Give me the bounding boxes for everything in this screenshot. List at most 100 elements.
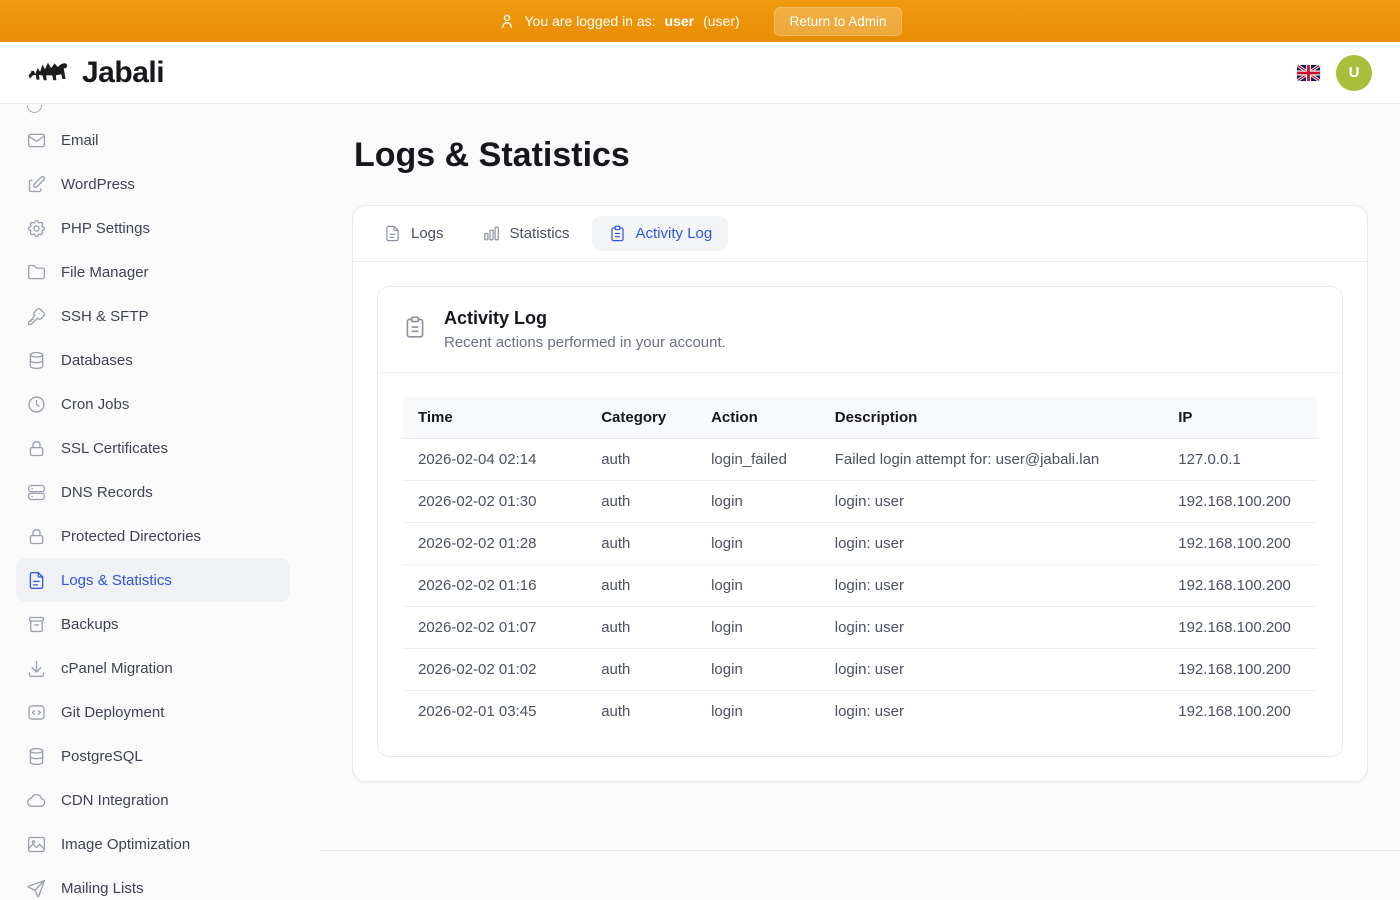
table-cell: 192.168.100.200 bbox=[1162, 565, 1318, 607]
archive-icon bbox=[26, 614, 47, 635]
user-avatar[interactable]: U bbox=[1336, 55, 1372, 91]
photo-icon bbox=[26, 834, 47, 855]
table-cell: login bbox=[695, 649, 819, 691]
gear-icon bbox=[26, 218, 47, 239]
table-cell: login bbox=[695, 565, 819, 607]
sidebar-item-databases[interactable]: Databases bbox=[16, 338, 290, 382]
sidebar-nav: Email WordPress PHP Settings File Manager SS… bbox=[0, 104, 320, 900]
file-text-icon bbox=[383, 224, 402, 243]
table-cell: login bbox=[695, 481, 819, 523]
sidebar-item-label: PHP Settings bbox=[61, 220, 150, 237]
tab-activity-log[interactable]: Activity Log bbox=[592, 216, 729, 251]
sidebar-item-image-optimization[interactable]: Image Optimization bbox=[16, 822, 290, 866]
server-icon bbox=[26, 482, 47, 503]
tab-label: Logs bbox=[411, 225, 444, 242]
mail-icon bbox=[26, 130, 47, 151]
table-cell: login: user bbox=[819, 523, 1163, 565]
admin-impersonation-bar: You are logged in as: user (user) Return… bbox=[0, 0, 1400, 42]
table-cell: auth bbox=[585, 607, 695, 649]
table-cell: auth bbox=[585, 691, 695, 733]
sidebar-item-wordpress[interactable]: WordPress bbox=[16, 162, 290, 206]
logged-in-role: (user) bbox=[703, 13, 740, 29]
table-cell: 192.168.100.200 bbox=[1162, 691, 1318, 733]
sidebar-item-ssh-sftp[interactable]: SSH & SFTP bbox=[16, 294, 290, 338]
sidebar-item-dns-records[interactable]: DNS Records bbox=[16, 470, 290, 514]
brand-logo[interactable]: Jabali bbox=[28, 56, 164, 90]
table-cell: 192.168.100.200 bbox=[1162, 481, 1318, 523]
sidebar-item-label: Logs & Statistics bbox=[61, 572, 172, 589]
panel-title: Activity Log bbox=[444, 308, 726, 329]
sidebar-item-ssl-certificates[interactable]: SSL Certificates bbox=[16, 426, 290, 470]
sidebar-item-logs-statistics[interactable]: Logs & Statistics bbox=[16, 558, 290, 602]
language-flag-uk-icon[interactable] bbox=[1297, 65, 1320, 81]
clipped-sidebar-icon bbox=[27, 105, 42, 113]
cloud-icon bbox=[26, 790, 47, 811]
table-cell: auth bbox=[585, 649, 695, 691]
chart-bars-icon bbox=[482, 224, 501, 243]
column-header-time: Time bbox=[402, 397, 585, 439]
column-header-category: Category bbox=[585, 397, 695, 439]
column-header-action: Action bbox=[695, 397, 819, 439]
sidebar-item-label: WordPress bbox=[61, 176, 135, 193]
table-cell: login bbox=[695, 523, 819, 565]
page-title: Logs & Statistics bbox=[354, 136, 1368, 175]
table-cell: 2026-02-02 01:16 bbox=[402, 565, 585, 607]
footer-divider bbox=[320, 850, 1400, 864]
sidebar-item-label: File Manager bbox=[61, 264, 149, 281]
sidebar-item-email[interactable]: Email bbox=[16, 118, 290, 162]
return-to-admin-button[interactable]: Return to Admin bbox=[774, 7, 903, 36]
sidebar-item-postgresql[interactable]: PostgreSQL bbox=[16, 734, 290, 778]
tab-label: Statistics bbox=[510, 225, 570, 242]
sidebar-item-label: Mailing Lists bbox=[61, 880, 144, 897]
code-icon bbox=[26, 702, 47, 723]
sidebar-item-mailing-lists[interactable]: Mailing Lists bbox=[16, 866, 290, 900]
sidebar-item-cdn-integration[interactable]: CDN Integration bbox=[16, 778, 290, 822]
tab-statistics[interactable]: Statistics bbox=[466, 216, 586, 251]
app-header: Jabali U bbox=[0, 42, 1400, 104]
table-row: 2026-02-04 02:14authlogin_failedFailed l… bbox=[402, 439, 1318, 481]
logged-in-text: You are logged in as: bbox=[525, 13, 656, 29]
database-icon bbox=[26, 746, 47, 767]
sidebar-item-php-settings[interactable]: PHP Settings bbox=[16, 206, 290, 250]
sidebar-item-git-deployment[interactable]: Git Deployment bbox=[16, 690, 290, 734]
activity-log-panel: Activity Log Recent actions performed in… bbox=[377, 286, 1343, 757]
table-cell: 2026-02-02 01:02 bbox=[402, 649, 585, 691]
table-cell: login bbox=[695, 607, 819, 649]
folder-icon bbox=[26, 262, 47, 283]
sidebar-item-label: Email bbox=[61, 132, 99, 149]
table-cell: 127.0.0.1 bbox=[1162, 439, 1318, 481]
tab-logs[interactable]: Logs bbox=[367, 216, 460, 251]
table-cell: 192.168.100.200 bbox=[1162, 607, 1318, 649]
table-cell: login: user bbox=[819, 649, 1163, 691]
sidebar-item-label: cPanel Migration bbox=[61, 660, 173, 677]
table-cell: 192.168.100.200 bbox=[1162, 523, 1318, 565]
tab-label: Activity Log bbox=[636, 225, 713, 242]
table-cell: auth bbox=[585, 439, 695, 481]
download-icon bbox=[26, 658, 47, 679]
sidebar-item-label: SSL Certificates bbox=[61, 440, 168, 457]
table-cell: login bbox=[695, 691, 819, 733]
activity-log-table: TimeCategoryActionDescriptionIP 2026-02-… bbox=[402, 397, 1318, 732]
table-row: 2026-02-02 01:30authloginlogin: user192.… bbox=[402, 481, 1318, 523]
table-row: 2026-02-02 01:16authloginlogin: user192.… bbox=[402, 565, 1318, 607]
sidebar-item-cpanel-migration[interactable]: cPanel Migration bbox=[16, 646, 290, 690]
table-cell: auth bbox=[585, 523, 695, 565]
clipboard-list-icon bbox=[608, 224, 627, 243]
logged-in-username: user bbox=[665, 13, 695, 29]
table-row: 2026-02-01 03:45authloginlogin: user192.… bbox=[402, 691, 1318, 733]
clipboard-list-icon bbox=[402, 314, 428, 340]
table-cell: login: user bbox=[819, 565, 1163, 607]
panel-subtitle: Recent actions performed in your account… bbox=[444, 334, 726, 351]
sidebar-item-file-manager[interactable]: File Manager bbox=[16, 250, 290, 294]
table-cell: 2026-02-01 03:45 bbox=[402, 691, 585, 733]
sidebar-item-label: Git Deployment bbox=[61, 704, 164, 721]
column-header-ip: IP bbox=[1162, 397, 1318, 439]
table-row: 2026-02-02 01:02authloginlogin: user192.… bbox=[402, 649, 1318, 691]
sidebar-item-protected-directories[interactable]: Protected Directories bbox=[16, 514, 290, 558]
tab-bar: Logs Statistics Activity Log bbox=[353, 206, 1367, 262]
sidebar-item-backups[interactable]: Backups bbox=[16, 602, 290, 646]
table-cell: auth bbox=[585, 565, 695, 607]
sidebar-item-label: Cron Jobs bbox=[61, 396, 129, 413]
sidebar-item-cron-jobs[interactable]: Cron Jobs bbox=[16, 382, 290, 426]
boar-logo-icon bbox=[28, 56, 74, 90]
